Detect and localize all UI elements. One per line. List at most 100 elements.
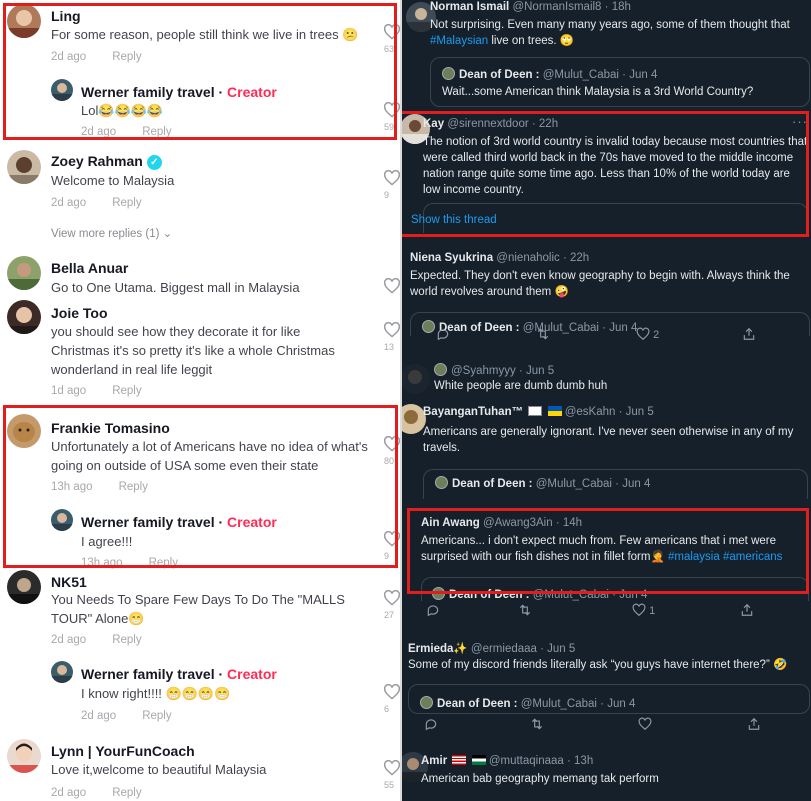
- tweet-text: Expected. They don't even know geography…: [410, 270, 790, 298]
- heart-icon[interactable]: [383, 24, 400, 40]
- tweet-header[interactable]: @Syahmyyy · Jun 5: [434, 363, 554, 377]
- comment-text: I agree!!!: [81, 534, 133, 549]
- creator-badge: Creator: [227, 666, 277, 682]
- heart-icon[interactable]: [383, 590, 400, 606]
- heart-icon[interactable]: [383, 278, 400, 294]
- comment-text: You Needs To Spare Few Days To Do The "M…: [51, 592, 345, 626]
- avatar[interactable]: [7, 739, 41, 773]
- heart-icon[interactable]: [383, 531, 400, 547]
- reply-icon[interactable]: [436, 327, 450, 341]
- reply-button[interactable]: Reply: [119, 481, 148, 493]
- heart-icon[interactable]: [383, 760, 400, 776]
- reply-button[interactable]: Reply: [142, 710, 171, 722]
- commenter-name[interactable]: Ling: [51, 8, 81, 24]
- comment-meta: 2d ago Reply: [51, 51, 142, 63]
- like-button[interactable]: 1: [632, 603, 655, 617]
- avatar[interactable]: [7, 150, 41, 184]
- commenter-name[interactable]: Werner family travel · Creator: [81, 514, 277, 530]
- commenter-name[interactable]: Zoey Rahman ✓: [51, 153, 162, 170]
- reply-icon[interactable]: [426, 603, 440, 617]
- avatar[interactable]: [7, 4, 41, 38]
- avatar[interactable]: [51, 509, 73, 531]
- reply-button[interactable]: Reply: [149, 557, 178, 569]
- heart-icon[interactable]: [383, 322, 400, 338]
- retweet-icon[interactable]: [536, 327, 550, 341]
- reply-button[interactable]: Reply: [112, 51, 141, 63]
- avatar[interactable]: [51, 661, 73, 683]
- heart-icon[interactable]: [383, 102, 400, 118]
- reply-icon[interactable]: [424, 717, 438, 731]
- tweet-header[interactable]: Norman Ismail @NormanIsmail8 · 18h: [430, 1, 631, 13]
- creator-badge: Creator: [227, 84, 277, 100]
- comment-meta: 13h ago Reply: [81, 557, 178, 569]
- flag-icon: [528, 406, 543, 416]
- commenter-name[interactable]: Bella Anuar: [51, 260, 128, 276]
- reply-button[interactable]: Reply: [142, 126, 171, 138]
- like-count: 55: [384, 780, 395, 790]
- tweet-text: White people are dumb dumb huh: [434, 380, 608, 392]
- tweet-actions: 1: [402, 603, 811, 619]
- avatar[interactable]: [402, 364, 430, 394]
- reply-button[interactable]: Reply: [112, 197, 141, 209]
- commenter-name[interactable]: Werner family travel · Creator: [81, 84, 277, 100]
- quote-header: Dean of Deen : @Mulut_Cabai · Jun 4: [435, 476, 650, 490]
- avatar[interactable]: [7, 570, 41, 604]
- quote-text: Wait...some American think Malaysia is a…: [442, 86, 754, 98]
- like-count: 1: [649, 605, 656, 617]
- like-count: 9: [384, 190, 390, 200]
- more-options-icon[interactable]: ···: [792, 114, 808, 129]
- avatar[interactable]: [7, 300, 41, 334]
- share-icon[interactable]: [747, 717, 761, 731]
- hashtag-link[interactable]: #malaysia #americans: [668, 551, 782, 563]
- reply-button[interactable]: Reply: [112, 634, 141, 646]
- commenter-name[interactable]: Lynn | YourFunCoach: [51, 743, 195, 759]
- comment-meta: 2d ago Reply: [81, 126, 172, 138]
- comment-text: you should see how they decorate it for …: [51, 324, 335, 377]
- tweet-text: Some of my discord friends literally ask…: [408, 659, 788, 671]
- tweet-text: Americans... i don't expect much from. F…: [421, 535, 783, 563]
- retweet-icon[interactable]: [530, 717, 544, 731]
- comment-text: Unfortunately a lot of Americans have no…: [51, 439, 368, 473]
- tweet-header[interactable]: BayanganTuhan™ @esKahn · Jun 5: [423, 406, 654, 418]
- heart-icon[interactable]: [383, 170, 400, 186]
- commenter-name[interactable]: Werner family travel · Creator: [81, 666, 277, 682]
- reply-button[interactable]: Reply: [112, 385, 141, 397]
- like-count: 2: [653, 329, 660, 341]
- twitter-replies-panel: Norman Ismail @NormanIsmail8 · 18h Not s…: [400, 0, 811, 801]
- heart-icon[interactable]: [383, 684, 400, 700]
- reply-button[interactable]: Reply: [112, 787, 141, 799]
- avatar[interactable]: [7, 414, 41, 448]
- comment-text: Welcome to Malaysia: [51, 173, 175, 188]
- like-count: 13: [384, 342, 395, 352]
- ukraine-flag-icon: [547, 406, 562, 416]
- like-button[interactable]: 2: [636, 327, 659, 341]
- tweet-header[interactable]: Niena Syukrina @nienaholic · 22h: [410, 252, 589, 264]
- share-icon[interactable]: [742, 327, 756, 341]
- avatar[interactable]: [51, 79, 73, 101]
- tweet-header[interactable]: Ain Awang @Awang3Ain · 14h: [421, 517, 582, 529]
- chevron-down-icon: ⌄: [162, 228, 173, 240]
- comment-meta: 2d ago Reply: [81, 710, 172, 722]
- tweet-header[interactable]: Kay @sirennextdoor · 22h: [423, 118, 558, 130]
- view-more-replies-button[interactable]: View more replies (1) ⌄: [51, 226, 172, 240]
- comment-meta: 2d ago Reply: [51, 787, 142, 799]
- like-button[interactable]: [638, 717, 652, 731]
- heart-icon[interactable]: [383, 436, 400, 452]
- hashtag-link[interactable]: #Malaysian: [430, 35, 488, 47]
- avatar: [420, 696, 433, 709]
- commenter-name[interactable]: Joie Too: [51, 305, 108, 321]
- tweet-header[interactable]: Ermieda✨ @ermiedaaa · Jun 5: [408, 641, 575, 655]
- creator-badge: Creator: [227, 514, 277, 530]
- comment-meta: 2d ago Reply: [51, 634, 142, 646]
- share-icon[interactable]: [740, 603, 754, 617]
- avatar[interactable]: [7, 256, 41, 290]
- comment-meta: 13h ago Reply: [51, 481, 148, 493]
- show-thread-link[interactable]: Show this thread: [411, 214, 497, 226]
- avatar: [442, 67, 455, 80]
- like-count: 27: [384, 610, 395, 620]
- commenter-name[interactable]: NK51: [51, 574, 87, 590]
- comment-text: Go to One Utama. Biggest mall in Malaysi…: [51, 280, 300, 295]
- retweet-icon[interactable]: [518, 603, 532, 617]
- tweet-header[interactable]: Amir @muttaqinaaa · 13h: [421, 755, 593, 767]
- commenter-name[interactable]: Frankie Tomasino: [51, 420, 170, 436]
